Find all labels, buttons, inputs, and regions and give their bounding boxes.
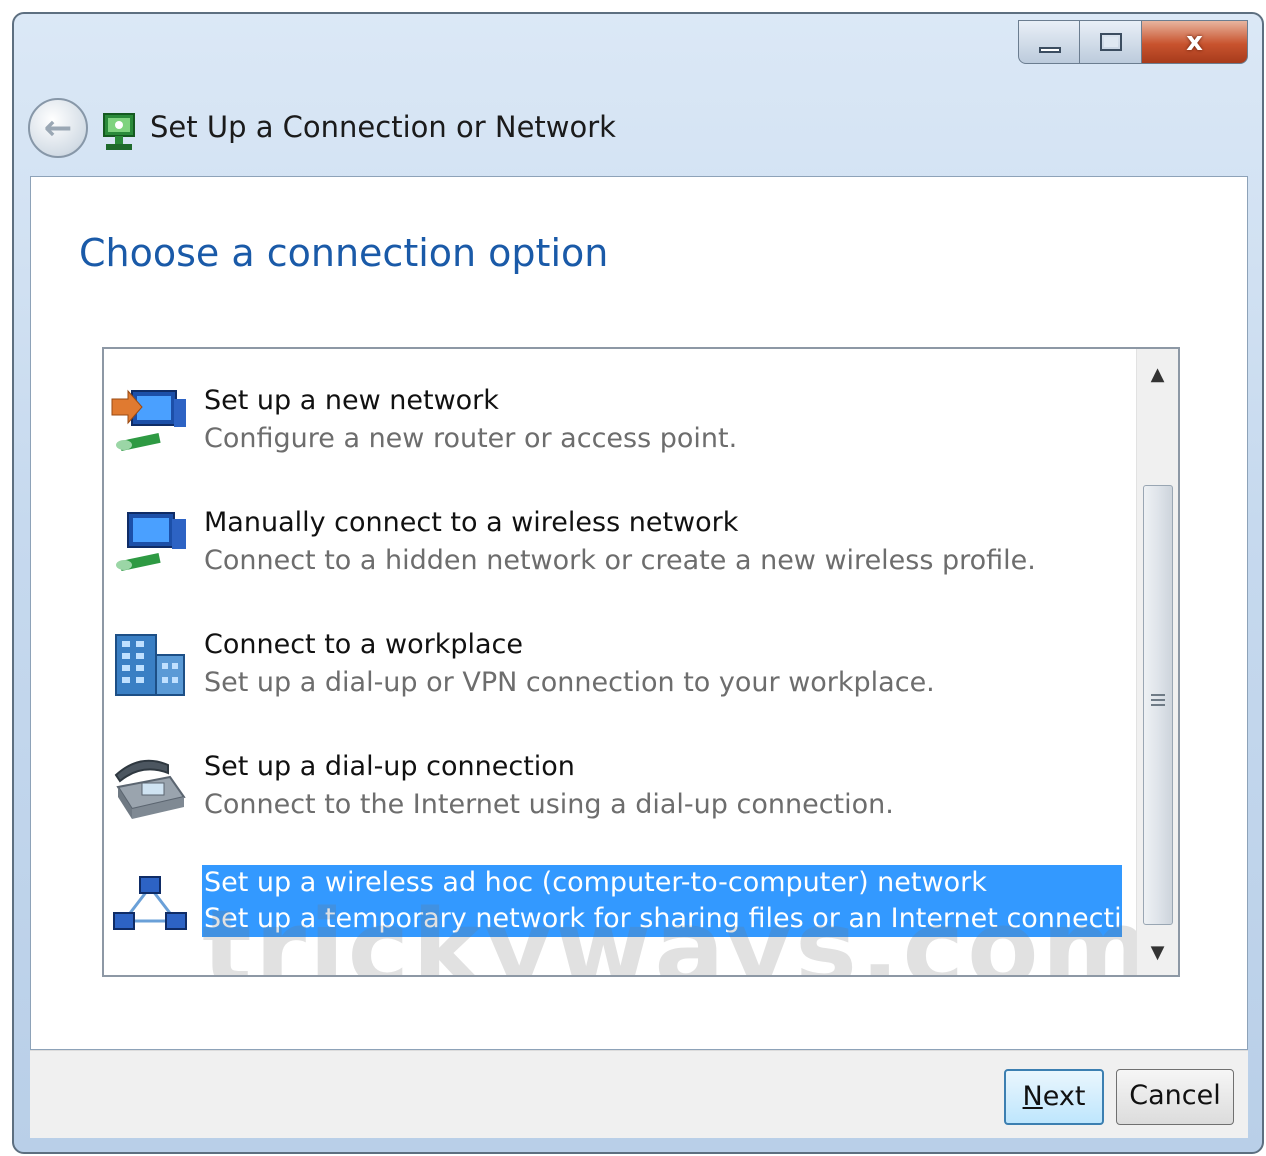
- scroll-up-arrow-icon[interactable]: ▲: [1137, 355, 1178, 395]
- caption-buttons: x: [1018, 20, 1248, 64]
- next-accelerator: N: [1022, 1081, 1043, 1112]
- dialog-window: x ← Set Up a Connection or Network Choos…: [12, 12, 1264, 1154]
- scrollbar-thumb[interactable]: [1143, 485, 1173, 925]
- back-button[interactable]: ←: [28, 98, 88, 158]
- minimize-button[interactable]: [1018, 20, 1080, 64]
- option-adhoc[interactable]: Set up a wireless ad hoc (computer-to-co…: [104, 865, 1164, 975]
- maximize-icon: [1100, 33, 1122, 51]
- wireless-network-icon: [116, 512, 186, 572]
- option-title: Set up a wireless ad hoc (computer-to-co…: [204, 867, 987, 898]
- option-title: Set up a new network: [204, 385, 499, 416]
- option-workplace[interactable]: Connect to a workplace Set up a dial-up …: [104, 619, 1134, 739]
- next-label-rest: ext: [1042, 1081, 1086, 1112]
- vertical-scrollbar[interactable]: ▲ ▼: [1136, 349, 1178, 975]
- close-button[interactable]: x: [1142, 20, 1248, 64]
- minimize-icon: [1039, 47, 1061, 53]
- page-heading: Choose a connection option: [79, 231, 609, 275]
- option-title: Connect to a workplace: [204, 629, 524, 660]
- connection-options-list[interactable]: Set up a new network Configure a new rou…: [102, 347, 1180, 977]
- back-arrow-icon: ←: [43, 108, 73, 148]
- network-setup-icon: [103, 113, 135, 150]
- next-button[interactable]: Next: [1004, 1069, 1104, 1125]
- grip-icon: [1151, 694, 1165, 706]
- option-dialup[interactable]: Set up a dial-up connection Connect to t…: [104, 741, 1134, 861]
- option-description: Configure a new router or access point.: [204, 423, 738, 454]
- window-title: Set Up a Connection or Network: [150, 110, 616, 144]
- option-description: Set up a dial-up or VPN connection to yo…: [204, 667, 935, 698]
- option-description: Connect to a hidden network or create a …: [204, 545, 1036, 576]
- option-description: Connect to the Internet using a dial-up …: [204, 789, 894, 820]
- option-title: Manually connect to a wireless network: [204, 507, 739, 538]
- adhoc-network-icon: [113, 876, 187, 930]
- dialup-phone-icon: [114, 759, 186, 819]
- new-network-icon: [111, 389, 186, 452]
- option-new-network[interactable]: Set up a new network Configure a new rou…: [104, 375, 1134, 495]
- maximize-button[interactable]: [1080, 20, 1142, 64]
- button-bar: Next Cancel: [30, 1050, 1248, 1138]
- scroll-down-arrow-icon[interactable]: ▼: [1137, 933, 1178, 973]
- option-title: Set up a dial-up connection: [204, 751, 575, 782]
- option-manual-wireless[interactable]: Manually connect to a wireless network C…: [104, 497, 1134, 617]
- workplace-icon: [115, 634, 185, 696]
- close-icon: x: [1186, 27, 1203, 57]
- option-description: Set up a temporary network for sharing f…: [204, 903, 1164, 934]
- content-area: Choose a connection option Set up a new …: [30, 176, 1248, 1050]
- cancel-button[interactable]: Cancel: [1116, 1069, 1234, 1125]
